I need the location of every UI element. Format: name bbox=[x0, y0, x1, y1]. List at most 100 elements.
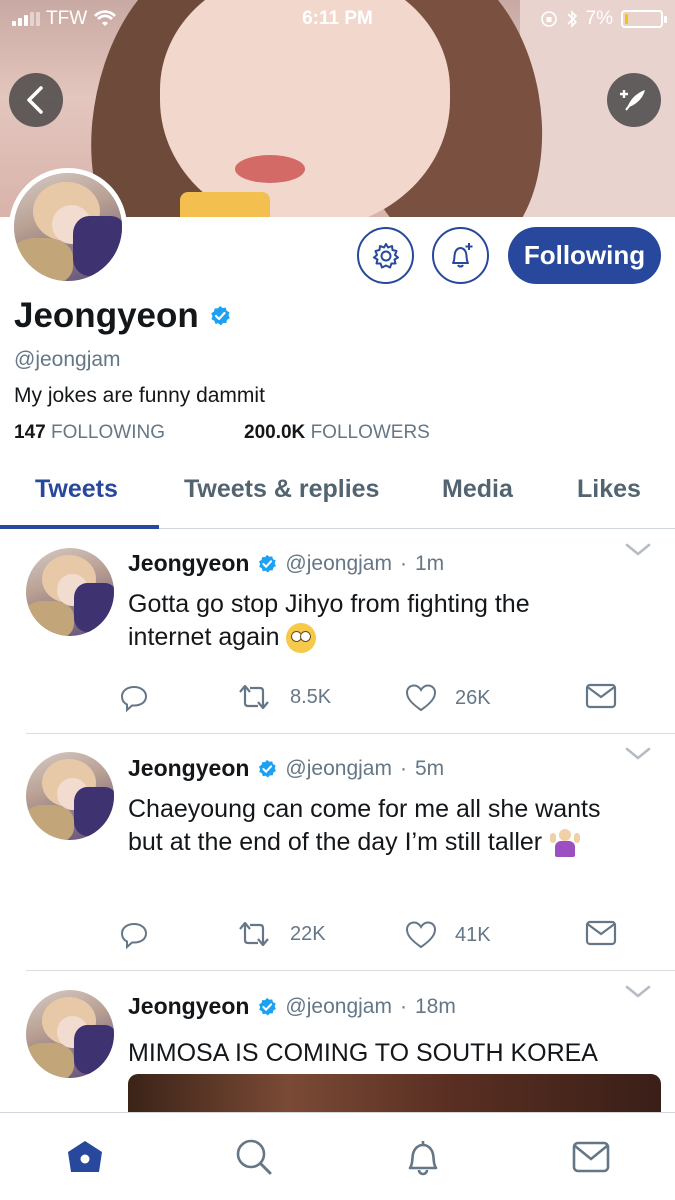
tweet-time: 18m bbox=[414, 994, 456, 1018]
tweet-text-line-with-emoji: but at the end of the day I’m still tall… bbox=[128, 826, 658, 859]
tweet-author-name[interactable]: Jeongyeon bbox=[128, 550, 249, 577]
retweet-icon bbox=[239, 921, 269, 947]
retweet-count: 22K bbox=[290, 922, 326, 945]
tweet-avatar[interactable] bbox=[26, 752, 114, 840]
chevron-down-icon[interactable] bbox=[624, 746, 652, 762]
tab-likes[interactable]: Likes bbox=[577, 475, 641, 504]
chevron-down-icon[interactable] bbox=[624, 984, 652, 1000]
tweet[interactable]: Jeongyeon @jeongjam · 1m Gotta go stop J… bbox=[0, 530, 675, 735]
battery-icon bbox=[621, 10, 667, 28]
envelope-icon bbox=[585, 683, 617, 709]
tweet-text-line-with-emoji: internet again bbox=[128, 621, 658, 654]
back-button[interactable] bbox=[9, 73, 63, 127]
reply-button[interactable] bbox=[119, 683, 149, 713]
tweet-text-line: Chaeyoung can come for me all she wants bbox=[128, 795, 601, 823]
tweet-header: Jeongyeon @jeongjam · 18m bbox=[128, 993, 456, 1020]
chevron-down-icon[interactable] bbox=[624, 542, 652, 558]
compose-tweet-button[interactable] bbox=[607, 73, 661, 127]
profile-handle: @jeongjam bbox=[14, 348, 121, 371]
heart-icon bbox=[405, 921, 437, 949]
home-icon bbox=[68, 1141, 102, 1172]
verified-badge-icon bbox=[259, 554, 277, 573]
followers-label: FOLLOWERS bbox=[310, 422, 430, 443]
battery-level bbox=[625, 14, 628, 24]
retweet-icon bbox=[239, 684, 269, 710]
following-button[interactable]: Following bbox=[508, 227, 661, 284]
verified-badge-icon bbox=[259, 759, 277, 778]
like-button[interactable]: 41K bbox=[405, 920, 491, 950]
settings-button[interactable] bbox=[357, 227, 414, 284]
profile-bio: My jokes are funny dammit bbox=[14, 384, 265, 407]
tweet-text-line: MIMOSA IS COMING TO SOUTH KOREA bbox=[128, 1039, 598, 1067]
tweet-header: Jeongyeon @jeongjam · 1m bbox=[128, 550, 444, 577]
bell-plus-icon bbox=[451, 242, 472, 267]
tweet-time: 1m bbox=[414, 551, 445, 575]
separator-dot: · bbox=[399, 756, 407, 780]
bell-icon bbox=[408, 1141, 438, 1176]
active-tab-indicator bbox=[0, 525, 159, 529]
retweet-button[interactable]: 8.5K bbox=[236, 683, 331, 711]
notifications-toggle-button[interactable] bbox=[432, 227, 489, 284]
bluetooth-icon bbox=[566, 10, 577, 28]
heart-icon bbox=[405, 684, 437, 712]
tweet-handle: @jeongjam bbox=[285, 756, 392, 780]
like-button[interactable]: 26K bbox=[405, 683, 491, 713]
tweet-text: Chaeyoung can come for me all she wants … bbox=[128, 793, 658, 859]
gear-icon bbox=[372, 242, 399, 268]
nav-messages[interactable] bbox=[571, 1137, 611, 1177]
profile-stats: 147 FOLLOWING 200.0K FOLLOWERS bbox=[14, 422, 430, 444]
following-count: 147 bbox=[14, 422, 46, 443]
tab-tweets-and-replies[interactable]: Tweets & replies bbox=[184, 475, 379, 504]
profile-name: Jeongyeon bbox=[14, 296, 199, 335]
tweet[interactable]: Jeongyeon @jeongjam · 5m Chaeyoung can c… bbox=[0, 734, 675, 972]
orientation-lock-icon bbox=[540, 11, 557, 27]
following-stat[interactable]: 147 FOLLOWING bbox=[14, 422, 244, 444]
followers-stat[interactable]: 200.0K FOLLOWERS bbox=[244, 422, 430, 444]
tweet-time: 5m bbox=[414, 756, 445, 780]
profile-avatar[interactable] bbox=[9, 168, 127, 286]
like-count: 41K bbox=[455, 923, 491, 946]
tweet-header: Jeongyeon @jeongjam · 5m bbox=[128, 755, 444, 782]
tweet-actions: 8.5K 26K bbox=[0, 683, 675, 717]
envelope-icon bbox=[585, 920, 617, 946]
battery-percent: 7% bbox=[585, 8, 613, 29]
status-bar: TFW 6:11 PM 7% bbox=[0, 0, 675, 38]
followers-count: 200.0K bbox=[244, 422, 306, 443]
direct-message-button[interactable] bbox=[585, 920, 617, 946]
reply-button[interactable] bbox=[119, 920, 149, 950]
tweet-text-line: Gotta go stop Jihyo from fighting the bbox=[128, 590, 530, 618]
tweet-text: Gotta go stop Jihyo from fighting the in… bbox=[128, 588, 658, 654]
nav-notifications[interactable] bbox=[403, 1137, 443, 1177]
tweet-media-image[interactable] bbox=[128, 1074, 661, 1114]
following-label: FOLLOWING bbox=[50, 422, 165, 443]
feather-plus-icon bbox=[620, 90, 645, 111]
tweet-text-line: but at the end of the day I’m still tall… bbox=[128, 828, 543, 856]
separator-dot: · bbox=[399, 551, 407, 575]
tweet-author-name[interactable]: Jeongyeon bbox=[128, 993, 249, 1020]
tab-tweets[interactable]: Tweets bbox=[35, 475, 118, 504]
rolling-eyes-emoji-icon bbox=[286, 623, 317, 654]
nav-home[interactable] bbox=[65, 1137, 105, 1177]
search-icon bbox=[236, 1139, 272, 1175]
retweet-button[interactable]: 22K bbox=[236, 920, 326, 948]
nav-search[interactable] bbox=[234, 1137, 274, 1177]
direct-message-button[interactable] bbox=[585, 683, 617, 709]
tab-media[interactable]: Media bbox=[442, 475, 513, 504]
tweet-author-name[interactable]: Jeongyeon bbox=[128, 755, 249, 782]
tweet-avatar[interactable] bbox=[26, 548, 114, 636]
profile-name-row: Jeongyeon bbox=[14, 296, 231, 336]
tweet-text: MIMOSA IS COMING TO SOUTH KOREA bbox=[128, 1037, 658, 1070]
mail-icon bbox=[572, 1141, 610, 1173]
tweet-divider bbox=[26, 970, 675, 971]
tweet-text-line: internet again bbox=[128, 623, 280, 651]
reply-icon bbox=[120, 922, 148, 950]
chevron-left-icon bbox=[27, 86, 43, 114]
tweet-handle: @jeongjam bbox=[285, 551, 392, 575]
tweet-actions: 22K 41K bbox=[0, 920, 675, 954]
retweet-count: 8.5K bbox=[290, 685, 332, 708]
profile-tabs: Tweets Tweets & replies Media Likes bbox=[0, 455, 675, 529]
tweet-avatar[interactable] bbox=[26, 990, 114, 1078]
verified-badge-icon bbox=[209, 305, 231, 327]
verified-badge-icon bbox=[259, 997, 277, 1016]
bottom-tab-bar bbox=[0, 1112, 675, 1200]
